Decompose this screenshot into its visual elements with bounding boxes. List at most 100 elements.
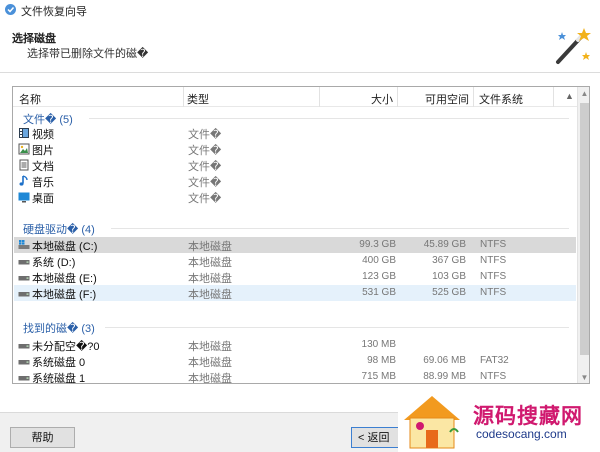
item-free-space: 45.89 GB: [423, 239, 466, 250]
group-header-found-disks[interactable]: 找到的磁� (3): [23, 320, 95, 336]
item-file-system: NTFS: [480, 287, 507, 298]
column-type[interactable]: 类型: [187, 91, 209, 107]
list-item[interactable]: 系统磁盘 1 本地磁盘 715 MB 88.99 MB NTFS: [14, 369, 576, 384]
list-item[interactable]: 未分配空�?0 本地磁盘 130 MB: [14, 337, 576, 353]
item-name: 本地磁盘 (F:): [32, 289, 97, 301]
item-type: 本地磁盘: [188, 341, 232, 353]
item-type: 文件�: [188, 161, 222, 173]
item-name: 本地磁盘 (C:): [32, 241, 98, 253]
list-item[interactable]: 桌面 文件�: [14, 189, 576, 205]
item-type: 本地磁盘: [188, 241, 232, 253]
item-name: 音乐: [32, 177, 54, 189]
list-item[interactable]: 本地磁盘 (E:) 本地磁盘 123 GB 103 GB NTFS: [14, 269, 576, 285]
page-subtitle: 选择带已删除文件的磁�: [27, 48, 149, 60]
item-free-space: 69.06 MB: [423, 355, 466, 366]
column-divider[interactable]: [553, 87, 554, 107]
column-file-system[interactable]: 文件系统: [479, 91, 523, 107]
column-size[interactable]: 大小: [371, 91, 393, 107]
page-title: 选择磁盘: [12, 33, 56, 45]
item-type: 文件�: [188, 145, 222, 157]
help-button[interactable]: 帮助: [10, 427, 75, 448]
list-item[interactable]: 视频 文件�: [14, 125, 576, 141]
item-file-system: NTFS: [480, 255, 507, 266]
list-column-header: 名称 类型 大小 可用空间 文件系统 ▲: [13, 87, 577, 107]
scroll-thumb[interactable]: [580, 103, 589, 355]
item-file-system: NTFS: [480, 371, 507, 382]
column-divider[interactable]: [397, 87, 398, 107]
item-type: 本地磁盘: [188, 257, 232, 269]
app-icon: [5, 4, 16, 15]
drive-icon: [18, 260, 30, 265]
item-name: 本地磁盘 (E:): [32, 273, 97, 285]
item-name: 未分配空�?0: [32, 341, 100, 353]
file-recovery-wizard-window: 文件恢复向导 选择磁盘 选择带已删除文件的磁� 名称 类型 大小 可用空间 文件…: [0, 0, 600, 452]
group-divider: [105, 327, 569, 328]
drive-icon: [18, 360, 30, 365]
item-free-space: 88.99 MB: [423, 371, 466, 382]
column-name[interactable]: 名称: [19, 91, 41, 107]
wizard-header: 选择磁盘 选择带已删除文件的磁�: [0, 20, 600, 73]
list-item[interactable]: 音乐 文件�: [14, 173, 576, 189]
picture-icon: [18, 143, 30, 155]
item-size: 715 MB: [361, 371, 396, 382]
sort-up-icon: ▲: [565, 91, 574, 101]
item-size: 98 MB: [367, 355, 396, 366]
music-icon: [19, 175, 28, 186]
scroll-up-arrow-icon[interactable]: ▲: [578, 87, 589, 101]
vertical-scrollbar[interactable]: ▲ ▼: [577, 87, 589, 383]
item-free-space: 367 GB: [432, 255, 466, 266]
item-type: 本地磁盘: [188, 373, 232, 384]
drive-icon: [18, 292, 30, 297]
title-bar[interactable]: 文件恢复向导: [0, 0, 600, 20]
scroll-down-arrow-icon[interactable]: ▼: [578, 371, 589, 383]
drive-icon: [18, 276, 30, 281]
item-name: 文档: [32, 161, 54, 173]
item-free-space: 103 GB: [432, 271, 466, 282]
column-divider[interactable]: [183, 87, 184, 107]
item-type: 文件�: [188, 177, 222, 189]
item-name: 系统 (D:): [32, 257, 76, 269]
group-divider: [89, 118, 569, 119]
list-item[interactable]: 本地磁盘 (C:) 本地磁盘 99.3 GB 45.89 GB NTFS: [14, 237, 576, 253]
magic-wand-icon: [556, 28, 591, 64]
column-divider[interactable]: [473, 87, 474, 107]
video-icon: [19, 128, 29, 138]
windows-drive-icon: [18, 240, 30, 249]
item-free-space: 525 GB: [432, 287, 466, 298]
item-type: 本地磁盘: [188, 273, 232, 285]
column-divider[interactable]: [319, 87, 320, 107]
watermark-url: codesocang.com: [476, 427, 567, 441]
item-type: 本地磁盘: [188, 289, 232, 301]
drive-icon: [18, 376, 30, 381]
group-header-drives[interactable]: 硬盘驱动� (4): [23, 221, 95, 237]
item-size: 123 GB: [362, 271, 396, 282]
list-item[interactable]: 系统 (D:) 本地磁盘 400 GB 367 GB NTFS: [14, 253, 576, 269]
watermark-text: 源码搜藏网: [473, 404, 583, 428]
item-name: 系统磁盘 0: [32, 357, 86, 369]
item-file-system: NTFS: [480, 271, 507, 282]
desktop-icon: [18, 192, 30, 203]
item-type: 文件�: [188, 129, 222, 141]
item-file-system: NTFS: [480, 239, 507, 250]
item-size: 400 GB: [362, 255, 396, 266]
item-name: 桌面: [32, 193, 54, 205]
list-item[interactable]: 本地磁盘 (F:) 本地磁盘 531 GB 525 GB NTFS: [14, 285, 576, 301]
group-divider: [111, 228, 569, 229]
item-size: 99.3 GB: [359, 239, 396, 250]
item-size: 130 MB: [361, 339, 396, 350]
item-type: 本地磁盘: [188, 357, 232, 369]
item-name: 系统磁盘 1: [32, 373, 86, 384]
list-item[interactable]: 文档 文件�: [14, 157, 576, 173]
window-title: 文件恢复向导: [21, 6, 87, 18]
item-type: 文件�: [188, 193, 222, 205]
item-name: 视频: [32, 129, 54, 141]
document-icon: [19, 159, 29, 171]
item-size: 531 GB: [362, 287, 396, 298]
item-file-system: FAT32: [480, 355, 509, 366]
list-item[interactable]: 系统磁盘 0 本地磁盘 98 MB 69.06 MB FAT32: [14, 353, 576, 369]
list-item[interactable]: 图片 文件�: [14, 141, 576, 157]
drive-icon: [18, 344, 30, 349]
disk-list[interactable]: 名称 类型 大小 可用空间 文件系统 ▲ 文件� (5) 视频 文件� 图片 文…: [12, 86, 590, 384]
column-free-space[interactable]: 可用空间: [425, 91, 469, 107]
item-name: 图片: [32, 145, 54, 157]
